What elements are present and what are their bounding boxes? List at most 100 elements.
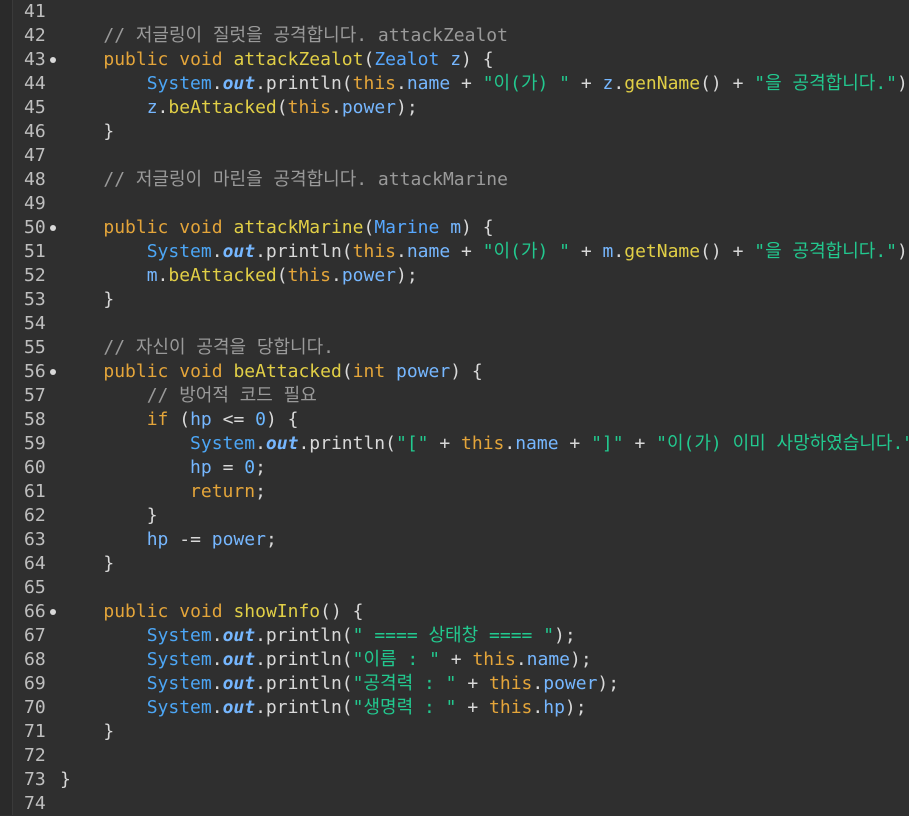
line-number: 65 (14, 576, 58, 600)
code-token: . (613, 73, 625, 94)
code-line[interactable]: System.out.println(this.name + "이(가) " +… (60, 240, 909, 264)
code-line[interactable]: return; (60, 480, 909, 504)
code-token: System (146, 625, 212, 646)
code-line[interactable] (60, 576, 909, 600)
line-number: 56 (14, 360, 58, 384)
code-line[interactable]: z.beAttacked(this.power); (60, 96, 909, 120)
code-line[interactable]: } (60, 504, 909, 528)
code-line[interactable] (60, 192, 909, 216)
fold-marker-icon[interactable] (50, 609, 56, 615)
line-number: 49 (14, 192, 58, 216)
code-token: .println( (255, 649, 353, 670)
code-token: .println( (255, 697, 353, 718)
code-editor[interactable]: 41 42 43 44 45 46 47 48 49 50 51 52 53 54 55 56 57 58 59 60… (0, 0, 909, 815)
code-line[interactable]: System.out.println("이름 : " + this.name); (60, 648, 909, 672)
code-line[interactable]: } (60, 120, 909, 144)
code-line[interactable] (60, 144, 909, 168)
code-token: ( (363, 217, 375, 238)
line-number-text: 61 (24, 481, 46, 502)
line-number-text: 41 (24, 1, 46, 22)
code-line[interactable] (60, 744, 909, 768)
code-token: hp (543, 697, 565, 718)
code-line[interactable] (60, 792, 909, 816)
code-line[interactable]: System.out.println(this.name + "이(가) " +… (60, 72, 909, 96)
code-line[interactable]: } (60, 768, 909, 792)
line-number-text: 52 (24, 265, 46, 286)
code-token: // 방어적 코드 필요 (146, 385, 317, 406)
code-line[interactable]: System.out.println(" ==== 상태창 ==== "); (60, 624, 909, 648)
code-line[interactable] (60, 312, 909, 336)
code-token: . (157, 97, 169, 118)
code-token: Marine (374, 217, 440, 238)
code-token: "이(가) " (482, 73, 571, 94)
line-number: 72 (14, 744, 58, 768)
code-token: ( (276, 97, 288, 118)
code-line[interactable]: } (60, 288, 909, 312)
line-number: 52 (14, 264, 58, 288)
code-area[interactable]: // 저글링이 질럿을 공격합니다. attackZealot public v… (60, 0, 909, 815)
code-line[interactable]: } (60, 552, 909, 576)
line-number-text: 48 (24, 169, 46, 190)
code-line[interactable]: System.out.println("[" + this.name + "]"… (60, 432, 909, 456)
code-token: z (146, 97, 158, 118)
code-line[interactable]: } (60, 720, 909, 744)
code-line[interactable]: m.beAttacked(this.power); (60, 264, 909, 288)
code-token: ); (897, 241, 909, 262)
code-token: 0 (244, 457, 256, 478)
code-token: () + (700, 241, 755, 262)
line-number-text: 64 (24, 553, 46, 574)
code-line[interactable]: // 자신이 공격을 당합니다. (60, 336, 909, 360)
code-token: // 저글링이 질럿을 공격합니다. attackZealot (103, 25, 508, 46)
code-line[interactable]: hp = 0; (60, 456, 909, 480)
line-number-text: 60 (24, 457, 46, 478)
code-line[interactable] (60, 0, 909, 24)
code-line[interactable]: System.out.println("생명력 : " + this.hp); (60, 696, 909, 720)
fold-marker-icon[interactable] (50, 369, 56, 375)
line-number-text: 44 (24, 73, 46, 94)
line-number-text: 45 (24, 97, 46, 118)
code-token: out (222, 73, 256, 94)
code-token: + (558, 433, 592, 454)
code-line[interactable]: public void beAttacked(int power) { (60, 360, 909, 384)
code-token: + (450, 241, 483, 262)
code-line[interactable]: // 저글링이 질럿을 공격합니다. attackZealot (60, 24, 909, 48)
code-token: ) { (450, 361, 483, 382)
code-token: . (532, 697, 544, 718)
code-token: System (146, 697, 212, 718)
line-number-text: 50 (24, 217, 46, 238)
code-line[interactable]: // 저글링이 마린을 공격합니다. attackMarine (60, 168, 909, 192)
line-number-text: 62 (24, 505, 46, 526)
code-token: . (504, 433, 516, 454)
code-token: } (60, 289, 115, 310)
code-token: if (146, 409, 169, 430)
code-token: ) { (461, 49, 494, 70)
code-token: getName (624, 241, 701, 262)
code-token: } (60, 769, 71, 790)
fold-marker-icon[interactable] (50, 225, 56, 231)
code-token: + (456, 697, 490, 718)
fold-marker-icon[interactable] (50, 57, 56, 63)
code-token: // 자신이 공격을 당합니다. (103, 337, 334, 358)
code-line[interactable]: public void attackZealot(Zealot z) { (60, 48, 909, 72)
code-token: this (287, 97, 331, 118)
code-token: .println( (298, 433, 396, 454)
code-token: power (341, 265, 396, 286)
code-line[interactable]: if (hp <= 0) { (60, 408, 909, 432)
line-number: 58 (14, 408, 58, 432)
code-line[interactable]: System.out.println("공격력 : " + this.power… (60, 672, 909, 696)
code-line[interactable]: // 방어적 코드 필요 (60, 384, 909, 408)
line-number-text: 46 (24, 121, 46, 142)
code-line[interactable]: public void attackMarine(Marine m) { (60, 216, 909, 240)
code-token: hp (190, 409, 212, 430)
code-line[interactable]: hp -= power; (60, 528, 909, 552)
code-token: () + (700, 73, 755, 94)
code-line[interactable]: public void showInfo() { (60, 600, 909, 624)
code-token: ; (265, 529, 277, 550)
